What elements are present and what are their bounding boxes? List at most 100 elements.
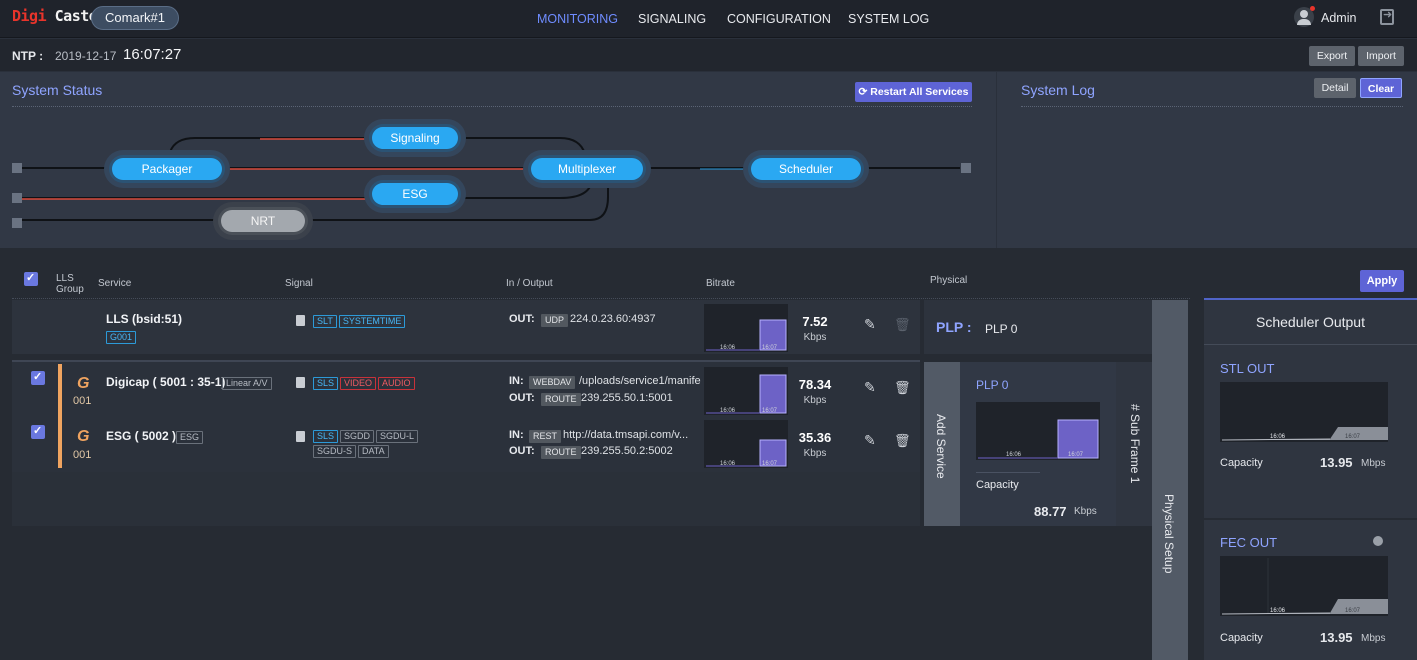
node-esg[interactable]: ESG: [372, 183, 458, 205]
logout-icon[interactable]: [1380, 8, 1394, 25]
time-label: 16:06: [1006, 452, 1022, 458]
in-address: /uploads/service1/manife: [579, 375, 701, 387]
in-protocol: WEBDAV: [529, 374, 577, 389]
file-icon[interactable]: [296, 315, 305, 326]
service-type: Linear A/V: [222, 375, 274, 390]
apply-button[interactable]: Apply: [1360, 270, 1404, 292]
bitrate-value: 78.34: [798, 377, 832, 392]
status-dot: [1373, 536, 1383, 546]
fec-capacity-value: 13.95: [1320, 630, 1353, 645]
time-label: 16:06: [720, 408, 736, 414]
nav-monitoring[interactable]: MONITORING: [537, 12, 618, 26]
out-address: 239.255.50.2:5002: [581, 445, 673, 457]
edit-icon[interactable]: ✎: [864, 316, 876, 333]
signal-tag[interactable]: SYSTEMTIME: [338, 315, 406, 328]
nav-system-log[interactable]: SYSTEM LOG: [848, 12, 929, 26]
row-checkbox[interactable]: [31, 370, 45, 385]
plp-capacity-value: 88.77: [1034, 504, 1067, 519]
bitrate-graph: 16:06 16:07: [704, 367, 788, 415]
in-address: http://data.tmsapi.com/v...: [563, 429, 689, 441]
input-port: [12, 193, 22, 203]
nav-configuration[interactable]: CONFIGURATION: [727, 12, 831, 26]
flow-line: [460, 179, 593, 199]
bitrate-graph: 16:06 16:07: [704, 420, 788, 468]
col-service: Service: [98, 278, 132, 289]
system-log-panel: System Log Detail Clear: [997, 72, 1417, 248]
time-label: 16:07: [762, 461, 778, 467]
trash-icon[interactable]: 🗑: [894, 380, 911, 396]
signal-tag[interactable]: VIDEO: [340, 377, 377, 390]
fec-capacity-unit: Mbps: [1361, 633, 1386, 644]
stl-graph: 16:06 16:07: [1220, 382, 1388, 442]
bitrate-unit: Kbps: [803, 448, 827, 459]
file-icon[interactable]: [296, 431, 305, 442]
signal-tag[interactable]: SLS: [313, 430, 339, 443]
node-nrt[interactable]: NRT: [221, 210, 305, 232]
notification-dot: [1310, 6, 1315, 11]
in-protocol: REST: [529, 428, 563, 443]
plp-capacity-label: Capacity: [976, 479, 1019, 491]
input-port: [12, 218, 22, 228]
bitrate-unit: Kbps: [803, 395, 827, 406]
flow-line: [169, 137, 372, 153]
group-letter: G: [77, 375, 90, 392]
bitrate-value: 35.36: [798, 430, 832, 445]
signal-tags: SLS VIDEO AUDIO: [313, 375, 417, 390]
in-label: IN:: [509, 375, 524, 387]
edit-icon[interactable]: ✎: [864, 432, 876, 449]
plp-value: PLP 0: [985, 322, 1018, 336]
flow-line: [305, 180, 609, 221]
scheduler-output-panel: Scheduler Output STL OUT 16:06 16:07 Cap…: [1204, 298, 1417, 660]
service-name[interactable]: Digicap ( 5001 : 35-1): [106, 375, 225, 389]
node-signaling[interactable]: Signaling: [372, 127, 458, 149]
stl-out-label: STL OUT: [1220, 361, 1275, 376]
scheduler-output-title: Scheduler Output: [1256, 314, 1365, 330]
select-all-checkbox[interactable]: [24, 271, 38, 286]
ntp-bar: NTP : 2019-12-17 16:07:27 Export Import: [0, 39, 1417, 71]
add-service-button[interactable]: Add Service: [924, 362, 960, 526]
signal-tag[interactable]: SGDU-L: [376, 430, 419, 443]
group-number: 001: [73, 395, 92, 407]
out-address: 224.0.23.60:4937: [570, 313, 656, 325]
node-packager[interactable]: Packager: [112, 158, 222, 180]
signal-tag[interactable]: AUDIO: [378, 377, 415, 390]
flow-line: [460, 137, 586, 155]
bitrate-unit: Kbps: [803, 332, 827, 343]
divider: [1204, 518, 1417, 520]
trash-icon: 🗑: [894, 317, 911, 332]
out-protocol: UDP: [541, 312, 570, 327]
system-status-panel: System Status ⟳ Restart All Services Sig…: [0, 72, 996, 248]
physical-setup-button[interactable]: Physical Setup: [1152, 300, 1188, 660]
node-multiplexer[interactable]: Multiplexer: [531, 158, 643, 180]
nav-signaling[interactable]: SIGNALING: [638, 12, 706, 26]
divider: [976, 472, 1040, 473]
row-checkbox[interactable]: [31, 424, 45, 439]
plp-label: PLP :: [936, 319, 972, 335]
signal-tag[interactable]: SLS: [313, 377, 339, 390]
time-label: 16:07: [762, 408, 778, 414]
plp-graph: 16:06 16:07: [976, 402, 1100, 460]
file-icon[interactable]: [296, 377, 305, 388]
trash-icon[interactable]: 🗑: [894, 433, 911, 449]
system-log-title: System Log: [1021, 82, 1095, 98]
lls-signal-tags: SLT SYSTEMTIME: [313, 313, 407, 328]
signal-tag[interactable]: SGDU-S: [313, 445, 357, 458]
fec-capacity-label: Capacity: [1220, 632, 1263, 644]
detail-button[interactable]: Detail: [1314, 78, 1356, 98]
ntp-date: 2019-12-17: [55, 49, 117, 63]
import-button[interactable]: Import: [1358, 46, 1404, 66]
export-button[interactable]: Export: [1309, 46, 1355, 66]
signal-tag[interactable]: SGDD: [340, 430, 375, 443]
service-name[interactable]: ESG ( 5002 ): [106, 429, 176, 443]
out-protocol: ROUTE: [541, 391, 583, 406]
col-group: Group: [56, 284, 84, 295]
device-selector[interactable]: Comark#1: [91, 6, 179, 30]
clear-button[interactable]: Clear: [1360, 78, 1402, 98]
signal-tag[interactable]: SLT: [313, 315, 337, 328]
user-name[interactable]: Admin: [1321, 11, 1356, 25]
time-label: 16:06: [720, 345, 736, 351]
edit-icon[interactable]: ✎: [864, 379, 876, 396]
node-scheduler[interactable]: Scheduler: [751, 158, 861, 180]
output-port: [961, 163, 971, 173]
signal-tag[interactable]: DATA: [358, 445, 389, 458]
